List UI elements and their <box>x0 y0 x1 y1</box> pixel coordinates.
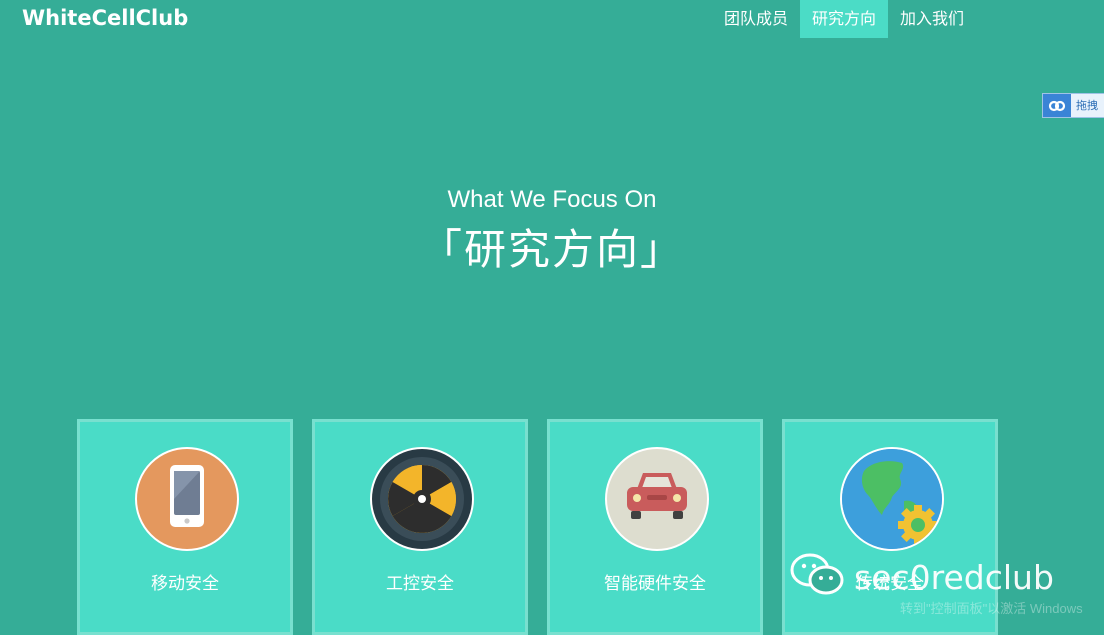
nav-item-join[interactable]: 加入我们 <box>888 0 976 38</box>
share-label: 拖拽 <box>1076 99 1098 112</box>
brand-logo[interactable]: WhiteCellClub <box>22 6 188 30</box>
globe-gear-icon <box>840 447 944 551</box>
hero-title: 「研究方向」 <box>419 225 684 274</box>
windows-activation-notice: 转到"控制面板"以激活 Windows <box>900 601 1083 616</box>
wechat-watermark: sec0redclub <box>790 552 1054 603</box>
radiation-icon <box>370 447 474 551</box>
main-nav: 团队成员 研究方向 加入我们 <box>712 0 976 38</box>
nav-item-research[interactable]: 研究方向 <box>800 0 889 38</box>
focus-card-ics[interactable]: 工控安全 <box>312 419 528 635</box>
smartphone-icon <box>135 447 239 551</box>
baidu-share-icon <box>1043 94 1071 117</box>
focus-card-mobile[interactable]: 移动安全 <box>77 419 293 635</box>
focus-card-hardware[interactable]: 智能硬件安全 <box>547 419 763 635</box>
nav-item-team[interactable]: 团队成员 <box>712 0 800 38</box>
share-widget[interactable]: 拖拽 <box>1042 93 1104 118</box>
hero-subtitle: What We Focus On <box>447 186 657 213</box>
watermark-text: sec0redclub <box>854 558 1054 597</box>
car-icon <box>605 447 709 551</box>
focus-card-label: 移动安全 <box>151 574 219 594</box>
focus-card-label: 工控安全 <box>386 574 454 594</box>
focus-card-label: 智能硬件安全 <box>604 574 706 594</box>
wechat-icon <box>790 552 846 603</box>
